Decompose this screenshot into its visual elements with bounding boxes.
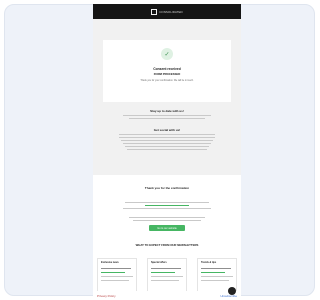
- benefit-text: [201, 276, 233, 277]
- hero-body: Thank you for your confirmation. We will…: [140, 80, 194, 82]
- section2-text: [121, 140, 213, 141]
- section2-text: [119, 134, 215, 135]
- section2-text: [123, 143, 211, 144]
- benefit-link[interactable]: [201, 272, 225, 273]
- section2-heading: Get social with us!: [153, 128, 181, 132]
- benefit-title: Special offers: [151, 261, 167, 264]
- promo-link[interactable]: [145, 205, 189, 206]
- logo-icon: [151, 8, 158, 15]
- hero-title: Consent received: [153, 67, 181, 71]
- section2-text: [127, 149, 207, 150]
- header-bar: CONSOLIDATED: [93, 4, 241, 19]
- benefit-link[interactable]: [151, 272, 175, 273]
- benefit-title: Exclusive news: [101, 261, 119, 264]
- benefit-text: [151, 268, 181, 269]
- benefit-text: [151, 276, 183, 277]
- section2-text: [119, 137, 215, 138]
- promo-text: [125, 202, 209, 203]
- privacy-link[interactable]: Privacy Policy: [97, 294, 116, 298]
- benefit-text: [101, 276, 133, 277]
- brand-name: CONSOLIDATED: [159, 9, 183, 14]
- benefit-text: [151, 280, 179, 281]
- benefit-column: Special offers: [147, 258, 187, 292]
- benefit-link[interactable]: [101, 272, 125, 273]
- promo-text: [129, 217, 205, 218]
- website-button[interactable]: Go to our website: [149, 225, 185, 231]
- chat-icon[interactable]: [228, 287, 236, 295]
- benefit-column: Exclusive news: [97, 258, 137, 292]
- section2-text: [125, 146, 209, 147]
- email-preview: CONSOLIDATED ✓ Consent received FORM PRO…: [93, 4, 241, 296]
- preview-footer: Privacy Policy Unsubscribe: [93, 291, 241, 300]
- section1-text: [123, 115, 211, 116]
- benefit-text: [201, 280, 229, 281]
- benefit-text: [101, 280, 129, 281]
- benefit-text: [201, 268, 231, 269]
- check-icon: ✓: [161, 48, 173, 60]
- benefit-text: [101, 268, 131, 269]
- benefit-title: Trends & tips: [201, 261, 217, 264]
- promo-text: [133, 220, 201, 221]
- benefits-heading: WHAT TO EXPECT FROM OUR NEWSLETTERS: [135, 243, 199, 247]
- hero-subtitle: FORM PROCESSED: [153, 72, 181, 76]
- section1-heading: Stay up to date with us!: [150, 109, 184, 113]
- confirmation-card: ✓ Consent received FORM PROCESSED Thank …: [103, 40, 231, 102]
- promo-text: [123, 208, 211, 209]
- promo-heading: Thank you for the confirmation: [144, 186, 190, 190]
- section1-text: [129, 118, 205, 119]
